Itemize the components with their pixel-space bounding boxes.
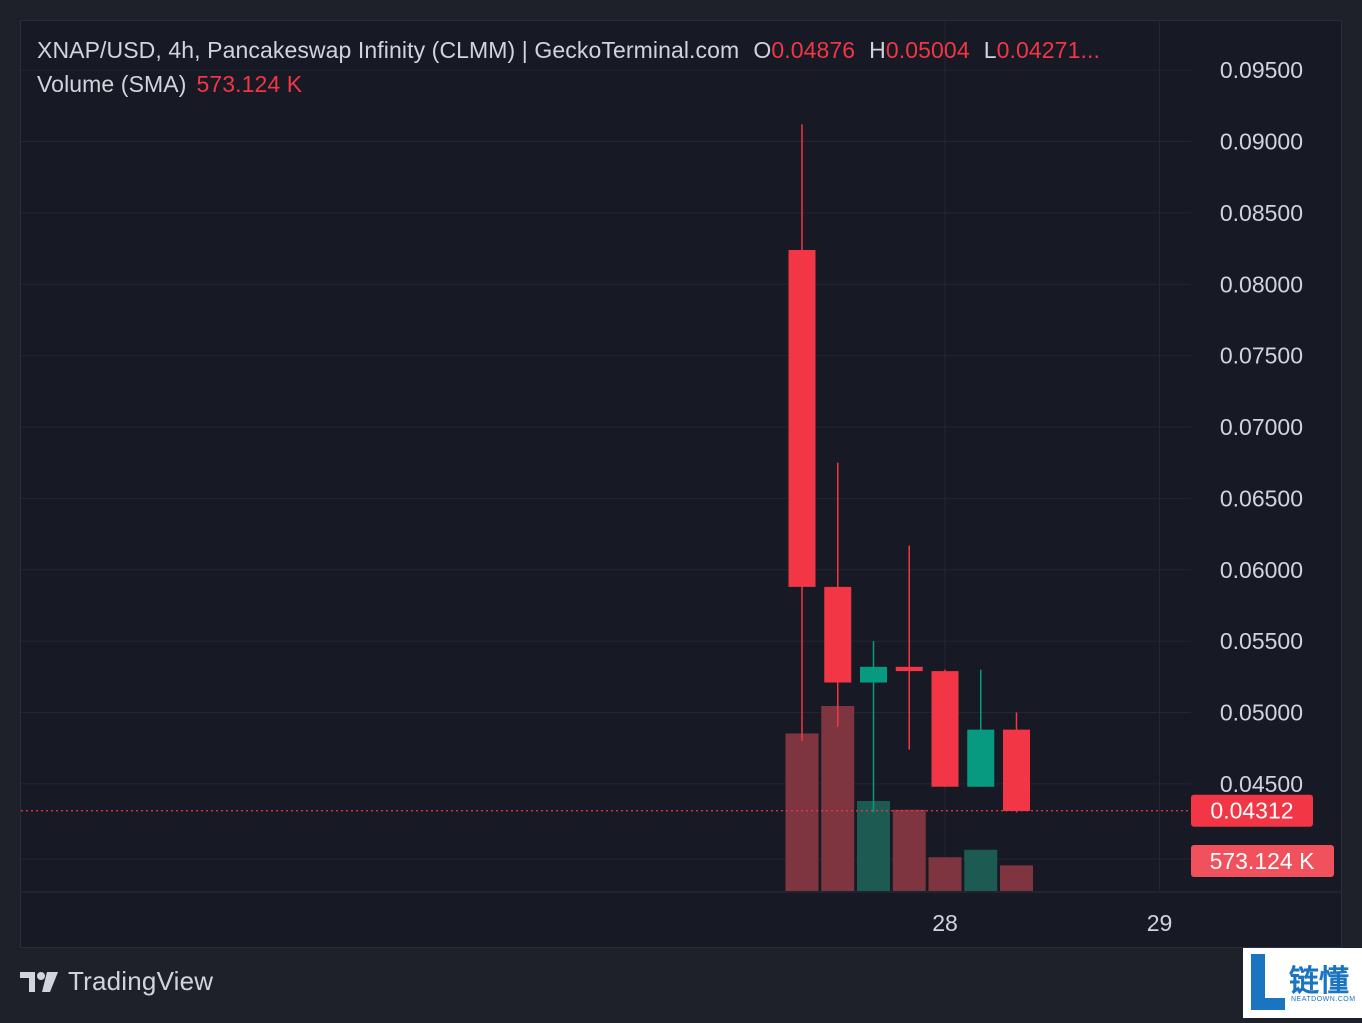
tradingview-brand: TradingView (68, 966, 214, 996)
y-tick-label: 0.08000 (1220, 271, 1303, 297)
volume-badge-label: 573.124 K (1210, 848, 1316, 874)
volume-bar (1000, 865, 1033, 891)
watermark-text: 链懂 (1289, 964, 1349, 999)
volume-bar (892, 809, 926, 891)
last-price-label: 0.04312 (1210, 798, 1293, 824)
y-tick-label: 0.08500 (1220, 200, 1303, 226)
volume-bar (964, 849, 998, 891)
candle-body (895, 666, 923, 672)
neatdown-logo-icon (1251, 954, 1285, 1010)
volume-bar (821, 706, 855, 891)
x-tick-label: 28 (932, 910, 958, 936)
volume-bar (928, 857, 962, 891)
tradingview-icon (20, 971, 58, 992)
candle-body (860, 666, 887, 683)
candle-body (788, 249, 816, 587)
y-tick-label: 0.07000 (1220, 414, 1303, 440)
high-value: 0.05004 (885, 37, 970, 63)
open-value: 0.04876 (771, 37, 856, 63)
y-tick-label: 0.06000 (1220, 557, 1303, 583)
candle-body (1003, 729, 1030, 812)
y-tick-label: 0.09500 (1220, 57, 1303, 83)
y-tick-label: 0.05000 (1220, 700, 1303, 726)
neatdown-watermark: 链懂 NEATDOWN.COM (1243, 948, 1362, 1018)
x-tick-label: 29 (1147, 910, 1173, 936)
price-chart[interactable]: 0.09500 0.09000 0.08500 0.08000 0.07500 0.070… (21, 21, 1342, 948)
watermark-subtext: NEATDOWN.COM (1291, 996, 1356, 1003)
high-label: H (869, 37, 886, 63)
y-tick-label: 0.06500 (1220, 485, 1303, 511)
tradingview-logo[interactable]: TradingView (20, 966, 213, 997)
candle-body (824, 586, 852, 683)
y-tick-label: 0.04500 (1220, 771, 1303, 797)
low-label: L (983, 37, 997, 63)
low-value: 0.04271... (996, 37, 1100, 63)
volume-value: 573.124 K (196, 71, 303, 97)
chart-panel[interactable]: 0.09500 0.09000 0.08500 0.08000 0.07500 0.070… (20, 20, 1342, 948)
y-tick-label: 0.09000 (1220, 129, 1303, 155)
volume-bar (785, 733, 819, 891)
y-tick-label: 0.07500 (1220, 343, 1303, 369)
open-label: O (753, 37, 772, 63)
y-tick-label: 0.05500 (1220, 628, 1303, 654)
candle-body (931, 671, 959, 787)
volume-bar (857, 801, 890, 891)
volume-label: Volume (SMA) (37, 71, 187, 97)
chart-legend: XNAP/USD, 4h, Pancakeswap Infinity (CLMM… (37, 37, 1100, 64)
volume-legend: Volume (SMA) 573.124 K (37, 71, 302, 98)
symbol-title: XNAP/USD, 4h, Pancakeswap Infinity (CLMM… (37, 37, 740, 63)
candle-body (967, 729, 995, 787)
